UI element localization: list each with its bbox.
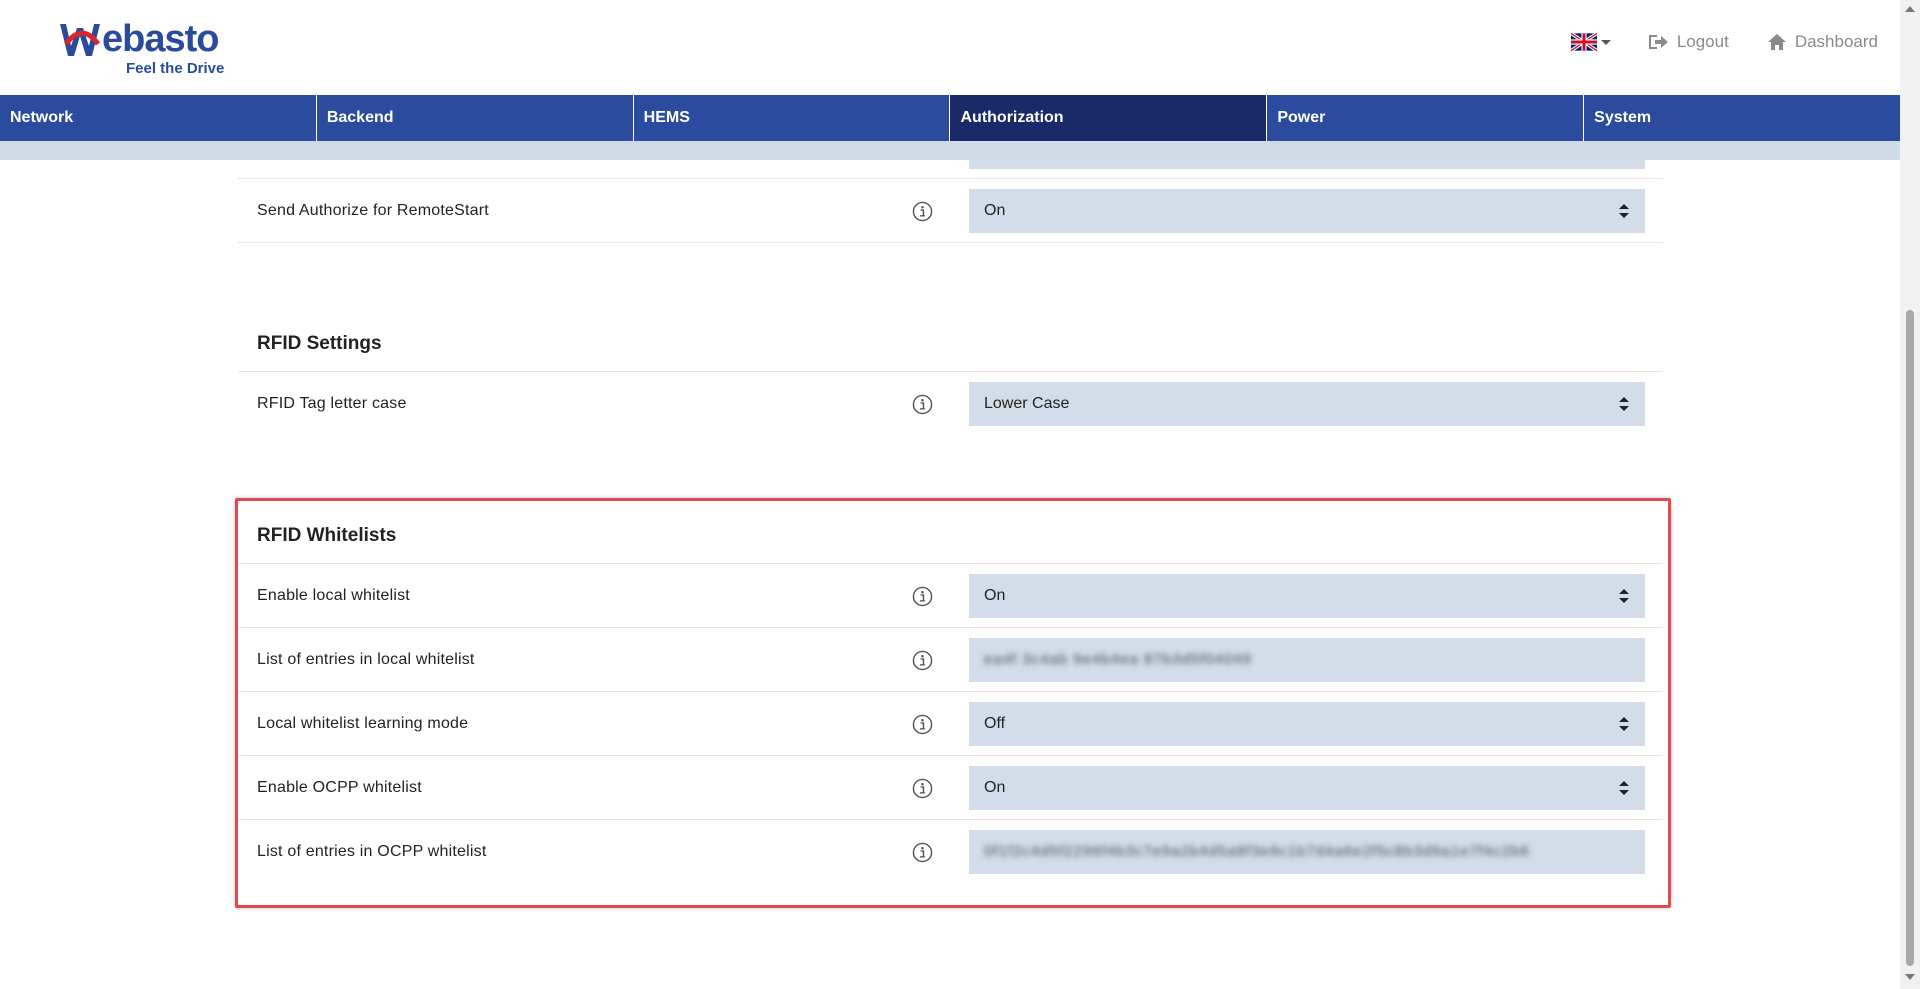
main-nav: Network Backend HEMS Authorization Power…: [0, 95, 1900, 141]
uk-flag-icon: [1570, 33, 1597, 51]
subnav-strip: [0, 141, 1900, 160]
sort-arrows-icon: [1619, 397, 1629, 411]
info-icon[interactable]: [912, 201, 933, 222]
webasto-logo[interactable]: ebasto Feel the Drive: [58, 18, 233, 80]
section-title-rfid-settings: RFID Settings: [257, 333, 382, 354]
tab-system[interactable]: System: [1584, 95, 1900, 141]
logout-button[interactable]: Logout: [1648, 32, 1729, 52]
tab-network[interactable]: Network: [0, 95, 317, 141]
setting-label: RFID Tag letter case: [257, 395, 407, 412]
setting-row-send-authorize: Send Authorize for RemoteStart On: [238, 179, 1663, 243]
dashboard-label: Dashboard: [1794, 32, 1878, 51]
scrollbar-thumb[interactable]: [1906, 310, 1914, 966]
home-icon: [1767, 34, 1786, 50]
tab-power[interactable]: Power: [1267, 95, 1585, 141]
language-selector[interactable]: [1570, 33, 1611, 51]
rfid-letter-case-select[interactable]: Lower Case: [969, 382, 1645, 426]
send-authorize-select[interactable]: On: [969, 189, 1645, 233]
tab-backend[interactable]: Backend: [317, 95, 634, 141]
info-icon[interactable]: [912, 394, 933, 415]
highlight-box: [235, 498, 1671, 908]
setting-label: Send Authorize for RemoteStart: [257, 202, 489, 219]
scroll-down-arrow-icon[interactable]: [1905, 974, 1915, 980]
logo-tagline: Feel the Drive: [126, 60, 225, 77]
setting-row-rfid-letter-case: RFID Tag letter case Lower Case: [238, 372, 1663, 436]
cut-off-field: [969, 160, 1645, 169]
header: ebasto Feel the Drive Logout Dashboard: [0, 0, 1900, 95]
logout-label: Logout: [1676, 32, 1729, 51]
logo-wordmark: ebasto: [102, 18, 219, 60]
tab-hems[interactable]: HEMS: [634, 95, 951, 141]
header-actions: Logout Dashboard: [1570, 32, 1878, 52]
sort-arrows-icon: [1619, 204, 1629, 218]
vertical-scrollbar[interactable]: [1900, 0, 1920, 989]
select-value: Lower Case: [984, 395, 1070, 412]
logout-icon: [1648, 35, 1668, 49]
tab-authorization[interactable]: Authorization: [950, 95, 1268, 141]
scroll-up-arrow-icon[interactable]: [1905, 6, 1915, 12]
chevron-down-icon: [1600, 39, 1611, 45]
dashboard-button[interactable]: Dashboard: [1767, 32, 1878, 52]
webasto-w-mark-icon: [60, 24, 101, 56]
select-value: On: [984, 202, 1006, 219]
